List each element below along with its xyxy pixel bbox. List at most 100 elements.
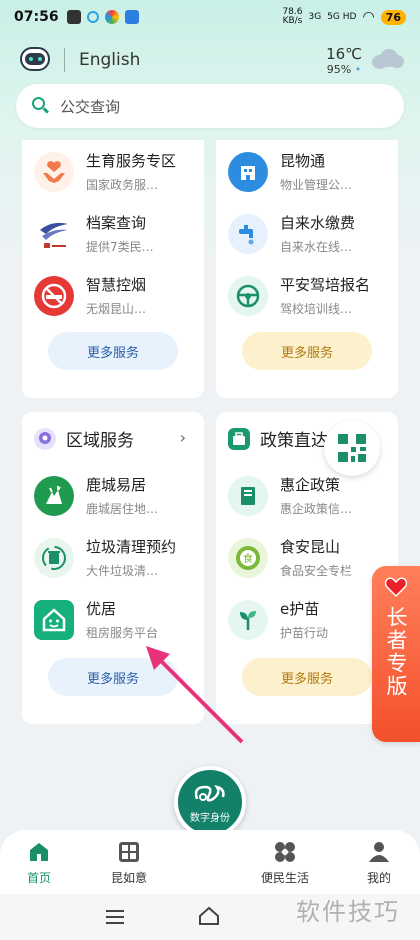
elder-mode-tab[interactable]: 长者专版 (372, 566, 420, 742)
item-subtitle: 驾校培训线… (280, 302, 353, 316)
home-icon (27, 840, 51, 864)
tab-label: 首页 (26, 871, 51, 885)
no-smoking-icon (34, 275, 74, 316)
qr-code-icon (338, 434, 366, 462)
item-title: 生育服务专区 (86, 152, 177, 170)
food-safety-badge-icon: 食 (228, 537, 268, 578)
digital-identity-label: 数字身份 (190, 812, 230, 824)
flower-icon (273, 840, 297, 864)
tab-home[interactable]: 首页 (4, 840, 74, 886)
header-divider (64, 48, 65, 72)
recycle-bin-icon (34, 537, 74, 578)
search-bar[interactable]: 公交查询 (16, 84, 404, 128)
bottom-tab-bar: 首页 昆如意 便民生活 我的 (0, 830, 420, 894)
archive-logo-icon (34, 213, 74, 254)
status-bar: 07:56 78.6 KB/s 3G 5G HD ◠ 76 (0, 0, 420, 34)
colorful-notification-icon (104, 10, 119, 24)
digital-identity-logo-icon (194, 784, 225, 802)
item-subtitle: 租房服务平台 (86, 626, 159, 640)
person-icon (367, 840, 391, 864)
item-title: 档案查询 (86, 214, 147, 232)
weather-widget[interactable]: 16℃ 95% • (326, 45, 404, 76)
temperature: 16℃ (326, 44, 362, 63)
tab-label: 便民生活 (260, 871, 309, 885)
item-subtitle: 大件垃圾清… (86, 564, 159, 578)
smiling-house-icon (34, 599, 74, 640)
policy-book-icon (228, 475, 268, 516)
hands-heart-icon (34, 151, 74, 192)
signal-5g: 5G HD (327, 12, 357, 22)
more-services-button[interactable]: 更多服务 (242, 658, 372, 696)
item-subtitle: 无烟昆山… (86, 302, 147, 316)
service-item-lucheng-yiju[interactable]: 鹿城易居鹿城居住地… (34, 474, 194, 517)
policy-card-header[interactable]: 政策直达 (228, 426, 328, 451)
menu-icon[interactable] (106, 910, 124, 924)
home-nav-icon[interactable] (198, 906, 220, 926)
item-subtitle: 惠企政策信… (280, 502, 353, 516)
system-status: 78.6 KB/s 3G 5G HD ◠ 76 (282, 8, 406, 26)
service-item-smoke-control[interactable]: 智慧控烟无烟昆山… (34, 274, 194, 317)
service-item-birth[interactable]: 生育服务专区国家政务服… (34, 150, 194, 193)
service-item-youju[interactable]: 优居 租房服务平台 (34, 598, 194, 641)
item-title: 垃圾清理预约 (86, 538, 177, 556)
item-subtitle: 国家政务服… (86, 178, 159, 192)
qr-code-button[interactable] (324, 420, 380, 476)
app-notification-icon (66, 10, 81, 24)
tab-kunruyi[interactable]: 昆如意 (94, 840, 164, 886)
kunruyi-grid-icon (117, 840, 141, 864)
item-subtitle: 物业管理公… (280, 178, 353, 192)
item-subtitle: 鹿城居住地… (86, 502, 159, 516)
item-title: 智慧控烟 (86, 276, 147, 294)
service-item-e-humiao[interactable]: e护苗 护苗行动 (228, 598, 388, 641)
service-item-food-safety[interactable]: 食 食安昆山 食品安全专栏 (228, 536, 388, 579)
services-card-left: 生育服务专区国家政务服… 档案查询 提供7类民… 智慧控烟无烟昆山… 更多服务 (22, 140, 204, 398)
blue-app-notification-icon (124, 10, 139, 24)
watermark-text: 软件技巧 (296, 898, 400, 926)
annotation-arrow-icon (146, 646, 244, 744)
service-item-driving-school[interactable]: 平安驾培报名驾校培训线… (228, 274, 388, 317)
battery-badge: 76 (380, 9, 406, 25)
briefcase-icon (228, 427, 250, 450)
net-speed: 78.6 KB/s (282, 7, 303, 26)
water-tap-icon (228, 213, 268, 254)
search-icon (32, 97, 50, 115)
item-subtitle: 自来水在线… (280, 240, 353, 254)
status-time: 07:56 (14, 9, 59, 25)
region-card-title: 区域服务 (66, 431, 134, 451)
more-services-button[interactable]: 更多服务 (48, 332, 178, 370)
english-language-button[interactable]: English (79, 50, 140, 70)
steering-wheel-icon (228, 275, 268, 316)
item-title: 食安昆山 (280, 538, 341, 556)
more-services-button[interactable]: 更多服务 (242, 332, 372, 370)
service-item-enterprise-policy[interactable]: 惠企政策惠企政策信… (228, 474, 388, 517)
tab-label: 昆如意 (110, 871, 147, 885)
item-title: 昆物通 (280, 152, 326, 170)
service-item-water-bill[interactable]: 自来水缴费 自来水在线… (228, 212, 388, 255)
item-title: 平安驾培报名 (280, 276, 371, 294)
elder-mode-label: 长者专版 (384, 606, 408, 698)
signal-3g: 3G (308, 12, 322, 22)
policy-card-title: 政策直达 (260, 431, 328, 451)
service-item-kunwutong[interactable]: 昆物通物业管理公… (228, 150, 388, 193)
chevron-right-icon[interactable]: › (180, 428, 186, 447)
service-item-garbage-pickup[interactable]: 垃圾清理预约大件垃圾清… (34, 536, 194, 579)
rain-cloud-icon (370, 47, 404, 73)
property-building-icon (228, 151, 268, 192)
header: English 16℃ 95% • (0, 40, 420, 80)
item-title: 鹿城易居 (86, 476, 147, 494)
service-item-archive[interactable]: 档案查询 提供7类民… (34, 212, 194, 255)
heart-icon (384, 576, 408, 598)
link-notification-icon (86, 11, 99, 23)
digital-identity-button[interactable]: 数字身份 (174, 766, 246, 838)
humidity: 95% • (326, 62, 362, 76)
item-title: 优居 (86, 600, 117, 618)
tab-convenience[interactable]: 便民生活 (250, 840, 320, 886)
assistant-robot-icon[interactable] (16, 45, 54, 75)
location-pin-icon (34, 427, 56, 450)
tab-label: 我的 (366, 871, 391, 885)
wifi-icon: ◠ (362, 9, 375, 25)
tab-mine[interactable]: 我的 (344, 840, 414, 886)
region-card-header[interactable]: 区域服务 (34, 426, 134, 451)
services-card-right: 昆物通物业管理公… 自来水缴费 自来水在线… 平安驾培报名驾校培训线… 更多服务 (216, 140, 398, 398)
item-title: 惠企政策 (280, 476, 341, 494)
